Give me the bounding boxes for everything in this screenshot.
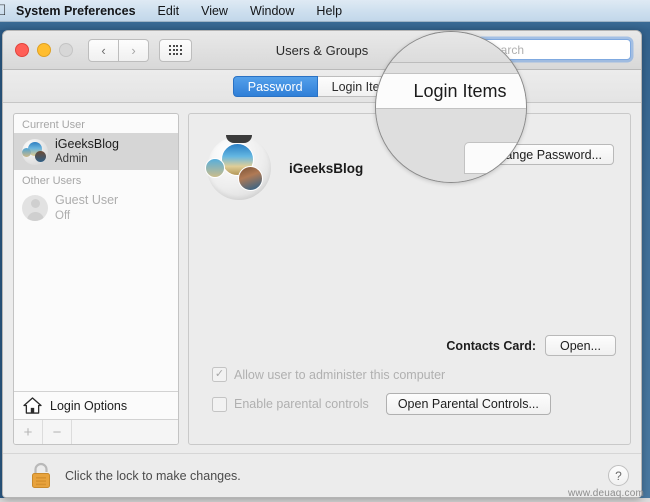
minimize-button[interactable]: [37, 43, 51, 57]
enable-parental-controls-checkbox[interactable]: [212, 396, 227, 412]
account-picture[interactable]: [205, 135, 271, 200]
magnified-login-items-label: Login Items: [413, 80, 507, 101]
magnified-login-items-tab[interactable]: Login Items: [376, 73, 526, 109]
window-title-bar: ‹ › Users & Groups Search: [3, 31, 641, 70]
sidebar-item-login-options[interactable]: Login Options: [14, 391, 178, 419]
user-avatar-icon: [22, 138, 48, 165]
add-user-button[interactable]: +: [14, 420, 43, 444]
users-sidebar: Current User iGeeksBlog Admin Other User…: [13, 113, 179, 445]
login-options-label: Login Options: [50, 398, 128, 413]
user-role: Off: [55, 209, 71, 222]
sidebar-item-guest-user[interactable]: Guest User Off: [14, 189, 178, 226]
traffic-light-buttons: [15, 43, 73, 57]
user-name: iGeeksBlog: [55, 137, 119, 151]
user-meta: iGeeksBlog Admin: [55, 137, 119, 166]
menu-item-edit[interactable]: Edit: [147, 0, 191, 22]
allow-admin-checkbox[interactable]: ✓: [212, 367, 227, 382]
magnifier-top-band: [376, 32, 526, 63]
menu-item-window[interactable]: Window: [239, 0, 305, 22]
user-list: Current User iGeeksBlog Admin Other User…: [14, 114, 178, 391]
group-header-other-users: Other Users: [22, 175, 82, 188]
contacts-card-row: Contacts Card: Open...: [203, 335, 616, 356]
site-watermark: www.deuaq.com: [568, 488, 644, 499]
apple-menu-icon[interactable]: : [0, 0, 8, 22]
sidebar-footer: + −: [14, 419, 178, 444]
remove-user-button[interactable]: −: [43, 420, 72, 444]
unlocked-padlock-icon[interactable]: [29, 462, 53, 489]
forward-button[interactable]: ›: [119, 38, 149, 62]
back-button[interactable]: ‹: [88, 38, 119, 62]
account-name: iGeeksBlog: [289, 160, 364, 176]
show-all-button[interactable]: [159, 38, 192, 62]
home-icon: [23, 397, 42, 414]
help-button[interactable]: ?: [608, 465, 629, 486]
desktop-bottom-edge: [0, 498, 650, 502]
user-role: Admin: [55, 153, 88, 166]
menu-bar:  System Preferences Edit View Window He…: [0, 0, 650, 22]
desktop-top-band: [0, 22, 650, 30]
allow-admin-label: Allow user to administer this computer: [234, 367, 446, 382]
menu-item-view[interactable]: View: [190, 0, 239, 22]
grid-icon: [169, 45, 182, 55]
enable-parental-controls-label: Enable parental controls: [234, 397, 369, 411]
user-name: Guest User: [55, 193, 119, 208]
admin-checkbox-row: ✓ Allow user to administer this computer: [203, 367, 616, 382]
magnifier-button-fragment: [464, 142, 526, 174]
group-header-current-user: Current User: [22, 119, 85, 131]
sidebar-footer-spacer: [72, 420, 178, 444]
user-meta: Guest User Off: [55, 193, 118, 222]
lock-message: Click the lock to make changes.: [65, 468, 241, 483]
navigation-buttons: ‹ ›: [88, 38, 149, 62]
menu-item-help[interactable]: Help: [305, 0, 353, 22]
magnifier-loupe: Login Items: [375, 31, 527, 183]
tab-bar: Password Login Items: [3, 70, 641, 103]
contacts-card-label: Contacts Card:: [446, 338, 536, 353]
tab-password[interactable]: Password: [232, 75, 318, 97]
open-contacts-card-button[interactable]: Open...: [545, 335, 616, 356]
account-options: Contacts Card: Open... ✓ Allow user to a…: [189, 335, 630, 426]
guest-avatar-icon: [22, 194, 48, 221]
users-and-groups-window: ‹ › Users & Groups Search Password Login…: [2, 30, 642, 498]
menu-item-system-preferences[interactable]: System Preferences: [8, 0, 147, 22]
parental-controls-row: Enable parental controls Open Parental C…: [203, 393, 616, 415]
window-footer: Click the lock to make changes. ?: [3, 453, 641, 497]
window-body: Current User iGeeksBlog Admin Other User…: [3, 103, 641, 455]
zoom-button[interactable]: [59, 43, 73, 57]
close-button[interactable]: [15, 43, 29, 57]
sidebar-item-igeeksblog[interactable]: iGeeksBlog Admin: [14, 133, 178, 171]
open-parental-controls-button[interactable]: Open Parental Controls...: [385, 393, 551, 415]
